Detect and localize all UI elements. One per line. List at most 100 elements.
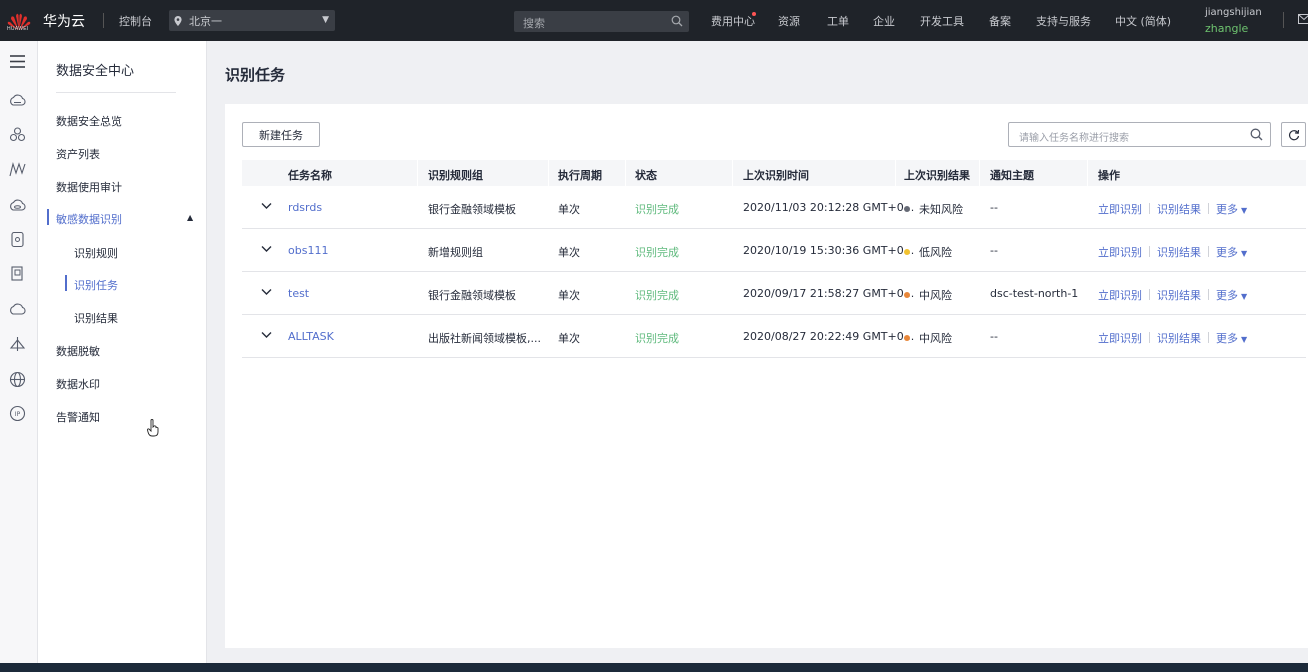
sidebar-item-sensitive-data-identification[interactable]: 敏感数据识别 [56, 211, 122, 227]
caret-down-icon: ▼ [1241, 249, 1248, 258]
sidebar-item-usage-audit[interactable]: 数据使用审计 [56, 179, 122, 195]
more-label: 更多 [1216, 246, 1238, 259]
cycle-cell: 单次 [558, 332, 580, 345]
table-row: ALLTASK 出版社新闻领域模板,... 单次 识别完成 2020/08/27… [242, 315, 1306, 358]
region-selector[interactable]: 北京一 ▼ [169, 10, 335, 31]
table-row: rdsrds 银行金融领域模板 单次 识别完成 2020/11/03 20:12… [242, 186, 1306, 229]
global-search-input[interactable]: 搜索 [514, 11, 689, 32]
topic-cell: -- [990, 330, 998, 343]
column-header-actions: 操作 [1098, 169, 1120, 182]
nav-resources[interactable]: 资源 [778, 13, 800, 29]
search-icon[interactable] [671, 15, 683, 27]
menu-icon[interactable] [9, 53, 26, 70]
sidebar-item-data-watermark[interactable]: 数据水印 [56, 376, 100, 392]
identify-now-link[interactable]: 立即识别 [1098, 332, 1142, 345]
view-results-link[interactable]: 识别结果 [1157, 289, 1201, 302]
search-icon[interactable] [1250, 128, 1263, 141]
divider [1149, 289, 1150, 300]
more-dropdown[interactable]: 更多 ▼ [1216, 246, 1247, 259]
divider [1208, 289, 1209, 300]
last-time-cell: 2020/11/03 20:12:28 GMT+0... [743, 201, 915, 214]
actions-cell: 立即识别 识别结果 更多 ▼ [1098, 330, 1247, 346]
brand-name[interactable]: 华为云 [43, 11, 85, 31]
refresh-button[interactable] [1281, 122, 1306, 147]
rule-group-cell: 银行金融领域模板 [428, 289, 516, 302]
create-task-button[interactable]: 新建任务 [242, 122, 320, 147]
mail-icon[interactable] [1298, 14, 1308, 24]
nav-billing-center[interactable]: 费用中心 [711, 13, 755, 29]
chevron-up-icon[interactable]: ▲ [187, 213, 193, 222]
task-search-input[interactable]: 请输入任务名称进行搜索 [1008, 122, 1271, 147]
svg-text:IP: IP [15, 411, 21, 418]
task-name-link[interactable]: test [288, 287, 309, 300]
chevron-down-icon[interactable] [261, 202, 272, 210]
cloud-icon[interactable] [9, 301, 26, 318]
result-label: 低风险 [919, 246, 952, 259]
view-results-link[interactable]: 识别结果 [1157, 203, 1201, 216]
identify-now-link[interactable]: 立即识别 [1098, 203, 1142, 216]
divider [1149, 203, 1150, 214]
sidebar-item-identification-rules[interactable]: 识别规则 [74, 245, 118, 261]
topic-cell: dsc-test-north-1 [990, 287, 1079, 300]
more-label: 更多 [1216, 332, 1238, 345]
status-dot [904, 335, 910, 341]
nav-icp-filing[interactable]: 备案 [989, 13, 1011, 29]
identify-now-link[interactable]: 立即识别 [1098, 246, 1142, 259]
cloud-storage-icon[interactable] [9, 197, 26, 214]
task-name-link[interactable]: ALLTASK [288, 330, 334, 343]
document-icon[interactable] [9, 265, 26, 282]
more-dropdown[interactable]: 更多 ▼ [1216, 203, 1247, 216]
task-name-link[interactable]: rdsrds [288, 201, 322, 214]
sidebar-item-data-masking[interactable]: 数据脱敏 [56, 343, 100, 359]
cloud-server-icon[interactable] [9, 92, 26, 109]
nav-tickets[interactable]: 工单 [827, 13, 849, 29]
table-row: obs111 新增规则组 单次 识别完成 2020/10/19 15:30:36… [242, 229, 1306, 272]
user-account[interactable]: jiangshijian [1205, 7, 1262, 18]
column-header-last-time: 上次识别时间 [743, 169, 809, 182]
globe-icon[interactable] [9, 371, 26, 388]
status-cell: 识别完成 [635, 246, 679, 259]
more-dropdown[interactable]: 更多 ▼ [1216, 332, 1247, 345]
language-selector[interactable]: 中文 (简体) [1115, 13, 1171, 29]
more-dropdown[interactable]: 更多 ▼ [1216, 289, 1247, 302]
sidebar-item-identification-tasks[interactable]: 识别任务 [74, 277, 118, 293]
topic-cell: -- [990, 244, 998, 257]
sidebar-item-identification-results[interactable]: 识别结果 [74, 310, 118, 326]
sidebar-item-overview[interactable]: 数据安全总览 [56, 113, 122, 129]
service-sidebar: 数据安全中心 数据安全总览 资产列表 数据使用审计 敏感数据识别 ▲ 识别规则 … [38, 41, 207, 663]
result-cell: 中风险 [904, 287, 952, 303]
chevron-down-icon[interactable] [261, 288, 272, 296]
column-header-last-result: 上次识别结果 [904, 169, 970, 182]
divider [56, 92, 176, 93]
logo-text: HUAWEI [7, 26, 29, 32]
task-name-link[interactable]: obs111 [288, 244, 328, 257]
column-divider [417, 160, 418, 186]
actions-cell: 立即识别 识别结果 更多 ▼ [1098, 201, 1247, 217]
table-header: 任务名称 识别规则组 执行周期 状态 上次识别时间 上次识别结果 通知主题 操作 [242, 160, 1306, 186]
column-header-topic: 通知主题 [990, 169, 1034, 182]
nav-support[interactable]: 支持与服务 [1036, 13, 1091, 29]
console-link[interactable]: 控制台 [119, 13, 152, 29]
status-dot [904, 292, 910, 298]
result-cell: 未知风险 [904, 201, 963, 217]
ip-icon[interactable]: IP [9, 405, 26, 422]
security-icon[interactable] [9, 336, 26, 353]
view-results-link[interactable]: 识别结果 [1157, 332, 1201, 345]
actions-cell: 立即识别 识别结果 更多 ▼ [1098, 287, 1247, 303]
database-icon[interactable] [9, 231, 26, 248]
chevron-down-icon[interactable] [261, 245, 272, 253]
nav-dev-tools[interactable]: 开发工具 [920, 13, 964, 29]
sidebar-item-asset-list[interactable]: 资产列表 [56, 146, 100, 162]
refresh-icon [1288, 129, 1300, 141]
view-results-link[interactable]: 识别结果 [1157, 246, 1201, 259]
result-label: 中风险 [919, 289, 952, 302]
cycle-cell: 单次 [558, 203, 580, 216]
chevron-down-icon[interactable] [261, 331, 272, 339]
status-cell: 识别完成 [635, 203, 679, 216]
user-name[interactable]: zhangle [1205, 22, 1248, 35]
sidebar-item-alarm-notification[interactable]: 告警通知 [56, 409, 100, 425]
network-icon[interactable] [9, 161, 26, 178]
nav-enterprise[interactable]: 企业 [873, 13, 895, 29]
identify-now-link[interactable]: 立即识别 [1098, 289, 1142, 302]
cluster-icon[interactable] [9, 126, 26, 143]
